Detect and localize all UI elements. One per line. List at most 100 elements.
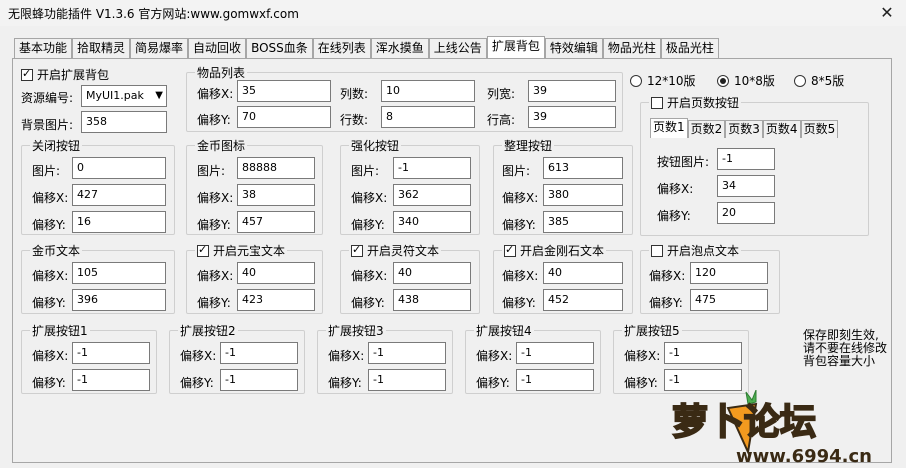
sort-x-input[interactable]: 380 — [543, 184, 623, 206]
radio-10x8[interactable]: 10*8版 — [717, 72, 775, 89]
page-tab-5[interactable]: 页数5 — [800, 120, 839, 138]
ext-button-3-y-input[interactable]: -1 — [368, 369, 446, 391]
ext-button-3-title: 扩展按钮3 — [326, 322, 386, 339]
close-x-label: 偏移X: — [32, 191, 69, 205]
radio-8x5[interactable]: 8*5版 — [794, 72, 844, 89]
enable-extend-bag-checkbox[interactable]: 开启扩展背包 — [21, 66, 109, 83]
lingfu-legend[interactable]: 开启灵符文本 — [349, 242, 442, 259]
lingfu-x-input[interactable]: 40 — [393, 262, 471, 284]
gold-text-title: 金币文本 — [30, 242, 83, 259]
diamond-x-label: 偏移X: — [502, 269, 539, 283]
gold-text-x-label: 偏移X: — [32, 269, 69, 283]
ext-button-4-x-input[interactable]: -1 — [516, 342, 594, 364]
ext-button-3-x-input[interactable]: -1 — [368, 342, 446, 364]
ext-button-2-y-input[interactable]: -1 — [220, 369, 298, 391]
strengthen-x-label: 偏移X: — [351, 191, 388, 205]
page-tab-2[interactable]: 页数2 — [687, 120, 726, 138]
tab-recycle[interactable]: 自动回收 — [188, 38, 247, 58]
ext-button-2-x-input[interactable]: -1 — [220, 342, 298, 364]
ext-button-1-y-input[interactable]: -1 — [72, 369, 150, 391]
radio-12x10[interactable]: 12*10版 — [630, 72, 696, 89]
cols-input[interactable]: 10 — [381, 80, 475, 102]
gold-text-y-input[interactable]: 396 — [72, 289, 166, 311]
page-tab-4[interactable]: 页数4 — [762, 120, 801, 138]
gold-y-input[interactable]: 457 — [237, 211, 315, 233]
checkbox-box[interactable] — [651, 244, 663, 257]
col-width-label: 列宽: — [487, 87, 516, 101]
col-width-input[interactable]: 39 — [528, 80, 616, 102]
ext-button-5-title: 扩展按钮5 — [622, 322, 682, 339]
close-y-input[interactable]: 16 — [72, 211, 166, 233]
ext-button-4-y-input[interactable]: -1 — [516, 369, 594, 391]
bubble-x-label: 偏移X: — [649, 269, 686, 283]
checkbox-box[interactable] — [504, 243, 516, 257]
page-offset-y-input[interactable]: 20 — [717, 202, 775, 224]
diamond-x-input[interactable]: 40 — [543, 262, 623, 284]
sort-image-input[interactable]: 613 — [543, 157, 623, 179]
cols-label: 列数: — [340, 87, 369, 101]
tab-basic[interactable]: 基本功能 — [14, 38, 73, 58]
checkbox-box[interactable] — [21, 67, 33, 81]
ext-button-1-x-input[interactable]: -1 — [72, 342, 150, 364]
page-tab-3[interactable]: 页数3 — [725, 120, 763, 138]
sort-y-input[interactable]: 385 — [543, 211, 623, 233]
rows-input[interactable]: 8 — [381, 106, 475, 128]
radio-dot[interactable] — [630, 74, 642, 87]
ext-button-5-y-input[interactable]: -1 — [664, 369, 742, 391]
strengthen-y-input[interactable]: 340 — [393, 211, 471, 233]
close-x-input[interactable]: 427 — [72, 184, 166, 206]
close-image-input[interactable]: 0 — [72, 157, 166, 179]
radio-dot[interactable] — [794, 74, 806, 87]
page-image-input[interactable]: -1 — [717, 148, 775, 170]
checkbox-box[interactable] — [651, 96, 663, 109]
lingfu-y-input[interactable]: 438 — [393, 289, 471, 311]
strengthen-image-input[interactable]: -1 — [393, 157, 471, 179]
diamond-legend[interactable]: 开启金刚石文本 — [502, 242, 607, 259]
ext-button-1-x-label: 偏移X: — [32, 349, 69, 363]
yuanbao-legend[interactable]: 开启元宝文本 — [195, 242, 288, 259]
items-offset-x-input[interactable]: 35 — [237, 80, 331, 102]
enable-extend-bag-label: 开启扩展背包 — [37, 68, 110, 82]
tab-boss-hp[interactable]: BOSS血条 — [246, 38, 313, 58]
yuanbao-x-input[interactable]: 40 — [237, 262, 315, 284]
yuanbao-x-label: 偏移X: — [197, 269, 234, 283]
ext-button-5-x-label: 偏移X: — [624, 349, 661, 363]
save-note-line-3: 背包容量大小 — [803, 354, 876, 368]
gold-text-x-input[interactable]: 105 — [72, 262, 166, 284]
strengthen-x-input[interactable]: 362 — [393, 184, 471, 206]
page-tab-1[interactable]: 页数1 — [650, 118, 688, 138]
tab-extend-bag[interactable]: 扩展背包 — [486, 36, 545, 58]
ext-button-1-y-label: 偏移Y: — [32, 376, 66, 390]
title-bar: 无限蜂功能插件 V1.3.6 官方网站:www.gomwxf.com ✕ — [0, 0, 906, 26]
close-button[interactable]: ✕ — [876, 2, 898, 24]
bg-image-label: 背景图片: — [21, 118, 74, 132]
tab-effect-edit[interactable]: 特效编辑 — [544, 38, 603, 58]
items-offset-y-input[interactable]: 70 — [237, 106, 331, 128]
tab-login-notice[interactable]: 上线公告 — [428, 38, 487, 58]
ext-button-5-x-input[interactable]: -1 — [664, 342, 742, 364]
tab-droprate[interactable]: 简易爆率 — [130, 38, 189, 58]
checkbox-box[interactable] — [197, 243, 209, 257]
tab-online-list[interactable]: 在线列表 — [312, 38, 371, 58]
tab-rare-beam[interactable]: 极品光柱 — [660, 38, 719, 58]
tab-muddy-fish[interactable]: 浑水摸鱼 — [370, 38, 429, 58]
gold-image-label: 图片: — [197, 164, 226, 178]
bubble-y-input[interactable]: 475 — [690, 289, 768, 311]
items-list-title: 物品列表 — [195, 64, 248, 81]
diamond-y-input[interactable]: 452 — [543, 289, 623, 311]
resource-select[interactable]: MyUI1.pak ▼ — [81, 85, 167, 107]
yuanbao-y-input[interactable]: 423 — [237, 289, 315, 311]
page-button-legend[interactable]: 开启页数按钮 — [649, 94, 742, 111]
row-height-input[interactable]: 39 — [528, 106, 616, 128]
bubble-legend[interactable]: 开启泡点文本 — [649, 242, 742, 259]
bg-image-input[interactable]: 358 — [81, 111, 167, 133]
gold-x-input[interactable]: 38 — [237, 184, 315, 206]
tab-item-beam[interactable]: 物品光柱 — [602, 38, 661, 58]
gold-image-input[interactable]: 88888 — [237, 157, 315, 179]
page-offset-x-input[interactable]: 34 — [717, 175, 775, 197]
watermark-url: www.6994.cn — [736, 446, 872, 467]
checkbox-box[interactable] — [351, 243, 363, 257]
tab-pickup[interactable]: 拾取精灵 — [72, 38, 131, 58]
radio-dot[interactable] — [717, 74, 729, 87]
bubble-x-input[interactable]: 120 — [690, 262, 768, 284]
